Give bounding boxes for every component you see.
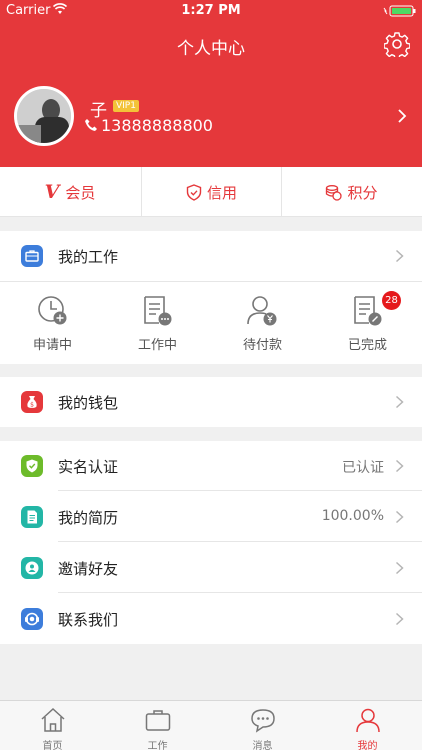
document-more-icon	[144, 296, 172, 326]
settings-gear-icon[interactable]	[384, 31, 410, 57]
tab-credit-label: 信用	[206, 183, 237, 202]
briefcase-icon	[145, 710, 171, 731]
chevron-right-icon	[395, 510, 404, 524]
my-work-row[interactable]: 我的工作	[0, 231, 422, 281]
document-edit-icon	[354, 296, 382, 326]
invite-icon	[21, 557, 43, 579]
menu-item-contact[interactable]: 联系我们	[0, 594, 422, 644]
chevron-right-icon	[395, 395, 404, 409]
work-applying-label: 申请中	[32, 338, 72, 353]
message-icon	[251, 709, 275, 733]
shield-icon	[186, 183, 202, 201]
menu-item-invite[interactable]: 邀请好友	[0, 543, 422, 593]
person-icon	[356, 708, 380, 733]
tab-membership-label: 会员	[65, 183, 96, 202]
work-pending-payment[interactable]: 待付款	[210, 282, 315, 364]
tab-points[interactable]: 积分	[281, 167, 421, 217]
tab-home-label: 首页	[42, 741, 63, 750]
menu-item-label: 联系我们	[58, 611, 119, 629]
coins-icon	[326, 184, 343, 201]
menu-item-label: 实名认证	[58, 458, 119, 476]
my-work-section: 我的工作 申请中 工作中 待付款 28 已完成	[0, 231, 422, 364]
menu-item-value: 100.00%	[321, 508, 384, 524]
chevron-right-icon	[395, 459, 404, 473]
clock-add-icon	[38, 296, 67, 325]
page-title: 个人中心	[177, 39, 245, 59]
tab-membership[interactable]: V 会员	[0, 167, 140, 217]
profile-header: 个人中心 子 VIP1 13888888800	[0, 22, 422, 167]
verified-icon	[21, 455, 43, 477]
work-completed[interactable]: 28 已完成	[315, 282, 420, 364]
tab-credit[interactable]: 信用	[141, 167, 281, 217]
work-in-progress-label: 工作中	[137, 338, 177, 353]
tab-work-label: 工作	[147, 741, 168, 750]
wallet-label: 我的钱包	[58, 394, 119, 412]
work-in-progress[interactable]: 工作中	[105, 282, 210, 364]
resume-icon	[21, 506, 43, 528]
membership-tabs: V 会员 信用 积分	[0, 167, 422, 217]
clock: 1:27 PM	[181, 3, 241, 18]
chevron-right-icon	[395, 561, 404, 575]
menu-item-label: 邀请好友	[58, 560, 119, 578]
completed-count-badge: 28	[382, 291, 401, 310]
menu-item-verification[interactable]: 实名认证 已认证	[0, 441, 422, 491]
work-pending-payment-label: 待付款	[242, 338, 282, 353]
menu-item-resume[interactable]: 我的简历 100.00%	[0, 492, 422, 542]
briefcase-icon	[21, 245, 43, 267]
v-icon: V	[44, 181, 60, 203]
vip-badge: VIP1	[113, 100, 139, 112]
phone-number: 13888888800	[101, 116, 213, 135]
tab-home[interactable]: 首页	[0, 701, 105, 750]
menu-section: 实名认证 已认证 我的简历 100.00% 邀请好友 联系我们	[0, 441, 422, 644]
wallet-icon: $	[21, 391, 43, 413]
work-applying[interactable]: 申请中	[0, 282, 105, 364]
user-yen-icon	[247, 296, 277, 326]
chevron-right-icon	[395, 249, 404, 263]
svg-text:$: $	[30, 402, 34, 409]
bottom-tab-bar: 首页 工作 消息 我的	[0, 700, 422, 750]
status-bar: Carrier 1:27 PM	[0, 0, 422, 22]
chevron-right-icon[interactable]	[396, 108, 408, 124]
phone-icon	[85, 119, 97, 131]
work-status-grid: 申请中 工作中 待付款 28 已完成	[0, 282, 422, 364]
tab-profile-label: 我的	[357, 741, 378, 750]
contact-icon	[21, 608, 43, 630]
home-icon	[41, 707, 65, 732]
battery-icon	[383, 5, 416, 17]
tab-work[interactable]: 工作	[105, 701, 210, 750]
tab-profile[interactable]: 我的	[315, 701, 420, 750]
menu-item-value: 已认证	[342, 460, 384, 476]
tab-points-label: 积分	[347, 183, 378, 202]
menu-item-label: 我的简历	[58, 509, 119, 527]
my-work-label: 我的工作	[58, 248, 119, 266]
tab-messages[interactable]: 消息	[210, 701, 315, 750]
avatar[interactable]	[14, 86, 74, 146]
chevron-right-icon	[395, 612, 404, 626]
work-completed-label: 已完成	[347, 338, 387, 353]
tab-messages-label: 消息	[252, 741, 273, 750]
wallet-section: $ 我的钱包	[0, 377, 422, 427]
wallet-row[interactable]: $ 我的钱包	[0, 377, 422, 427]
